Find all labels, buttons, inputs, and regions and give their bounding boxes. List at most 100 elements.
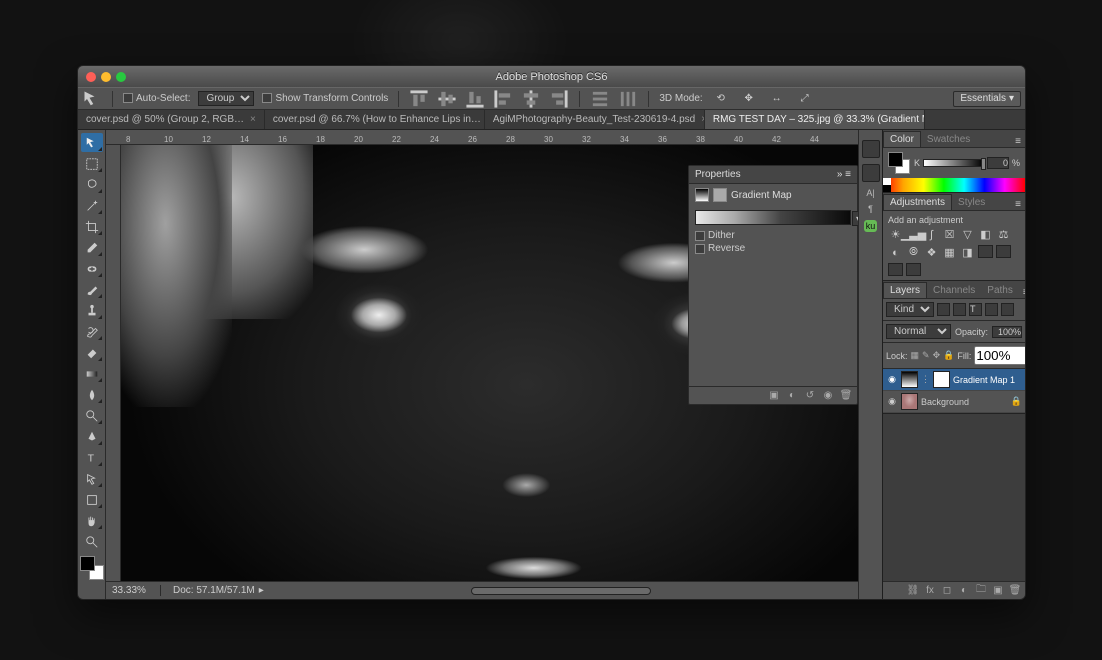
- tab-color[interactable]: Color: [883, 131, 921, 147]
- distribute-icon-2[interactable]: [618, 90, 638, 108]
- layer-name[interactable]: Background: [921, 397, 969, 407]
- reset-icon[interactable]: ↺: [803, 389, 817, 403]
- color-swatches-mini[interactable]: [888, 152, 910, 174]
- move-tool[interactable]: [81, 133, 103, 152]
- new-group-icon[interactable]: 🗀: [975, 585, 987, 597]
- filter-pixel-icon[interactable]: [937, 303, 950, 316]
- layer-name[interactable]: Gradient Map 1: [953, 375, 1015, 385]
- foreground-color-swatch[interactable]: [80, 556, 95, 571]
- distribute-icon-1[interactable]: [590, 90, 610, 108]
- align-hcenter-icon[interactable]: [521, 90, 541, 108]
- auto-select-checkbox[interactable]: Auto-Select:: [123, 93, 190, 104]
- align-bottom-icon[interactable]: [465, 90, 485, 108]
- actions-icon[interactable]: [862, 164, 880, 182]
- visibility-icon[interactable]: ◉: [821, 389, 835, 403]
- eraser-tool[interactable]: [81, 343, 103, 362]
- panel-menu-icon[interactable]: [1019, 287, 1025, 298]
- tab-close-icon[interactable]: ×: [250, 114, 256, 125]
- properties-panel[interactable]: Properties » Gradient Map ▾ Dither Rever…: [688, 165, 858, 405]
- prev-state-icon[interactable]: ◐: [785, 389, 799, 403]
- visibility-icon[interactable]: ◉: [886, 374, 898, 386]
- move-tool-icon[interactable]: [82, 90, 102, 108]
- kuler-icon[interactable]: ku: [864, 220, 878, 232]
- trash-icon[interactable]: 🗑: [839, 389, 853, 403]
- bw-icon[interactable]: ◐: [888, 245, 903, 260]
- mask-thumb[interactable]: [933, 371, 950, 388]
- levels-icon[interactable]: ▁▃▅: [906, 227, 921, 242]
- color-swatches[interactable]: [80, 556, 104, 580]
- lock-all-icon[interactable]: 🔒: [943, 350, 954, 362]
- blur-tool[interactable]: [81, 385, 103, 404]
- marquee-tool[interactable]: [81, 154, 103, 173]
- spectrum-ramp[interactable]: [883, 178, 1025, 192]
- new-adjustment-icon[interactable]: ◐: [958, 585, 970, 597]
- history-icon[interactable]: [862, 140, 880, 158]
- lock-trans-icon[interactable]: ▦: [911, 350, 920, 362]
- align-right-icon[interactable]: [549, 90, 569, 108]
- opacity-value[interactable]: [992, 326, 1022, 338]
- zoom-tool[interactable]: [81, 532, 103, 551]
- gradient-picker[interactable]: ▾: [695, 210, 851, 225]
- vibrance-icon[interactable]: ▽: [960, 227, 975, 242]
- clip-layer-icon[interactable]: ▣: [767, 389, 781, 403]
- lock-pixel-icon[interactable]: ✎: [922, 350, 930, 362]
- dodge-tool[interactable]: [81, 406, 103, 425]
- doc-tab-3[interactable]: RMG TEST DAY – 325.jpg @ 33.3% (Gradient…: [705, 110, 925, 129]
- align-vcenter-icon[interactable]: [437, 90, 457, 108]
- preset-icon-3[interactable]: [888, 263, 903, 276]
- delete-layer-icon[interactable]: 🗑: [1009, 585, 1021, 597]
- preset-icon-4[interactable]: [906, 263, 921, 276]
- layer-thumb[interactable]: [901, 393, 918, 410]
- invert-icon[interactable]: ◨: [960, 245, 975, 260]
- wand-tool[interactable]: [81, 196, 103, 215]
- tab-swatches[interactable]: Swatches: [921, 132, 976, 147]
- shape-tool[interactable]: [81, 490, 103, 509]
- layer-filter-kind[interactable]: Kind: [886, 302, 934, 317]
- layer-background[interactable]: ◉ Background 🔒: [883, 391, 1025, 413]
- workspace-switcher[interactable]: Essentials▾: [953, 91, 1021, 107]
- filter-smart-icon[interactable]: [1001, 303, 1014, 316]
- doc-tab-1[interactable]: cover.psd @ 66.7% (How to Enhance Lips i…: [265, 110, 485, 129]
- panel-menu-icon[interactable]: [845, 169, 851, 180]
- visibility-icon[interactable]: ◉: [886, 396, 898, 408]
- exposure-icon[interactable]: ☒: [942, 227, 957, 242]
- panel-menu-icon[interactable]: [1011, 136, 1025, 147]
- doc-size[interactable]: Doc: 57.1M/57.1M: [161, 585, 255, 596]
- mode-3d-pan-icon[interactable]: ✥: [739, 90, 759, 108]
- preset-icon-1[interactable]: [978, 245, 993, 258]
- tab-channels[interactable]: Channels: [927, 283, 981, 298]
- preset-icon-2[interactable]: [996, 245, 1011, 258]
- layer-style-icon[interactable]: fx: [924, 585, 936, 597]
- reverse-checkbox[interactable]: Reverse: [689, 242, 857, 255]
- tab-paths[interactable]: Paths: [981, 283, 1019, 298]
- mode-3d-rotate-icon[interactable]: ⟲: [711, 90, 731, 108]
- layer-thumb[interactable]: [901, 371, 918, 388]
- ruler-vertical[interactable]: [106, 145, 121, 581]
- k-slider[interactable]: [923, 159, 984, 167]
- character-icon[interactable]: A|: [866, 188, 874, 198]
- tab-layers[interactable]: Layers: [883, 282, 927, 298]
- color-balance-icon[interactable]: ⚖: [996, 227, 1011, 242]
- brush-tool[interactable]: [81, 280, 103, 299]
- new-layer-icon[interactable]: ▣: [992, 585, 1004, 597]
- hue-sat-icon[interactable]: ◧: [978, 227, 993, 242]
- doc-tab-2[interactable]: AgiMPhotography-Beauty_Test-230619-4.psd…: [485, 110, 705, 129]
- gradient-dropdown-icon[interactable]: ▾: [852, 211, 858, 226]
- canvas[interactable]: Properties » Gradient Map ▾ Dither Rever…: [121, 145, 858, 581]
- k-value[interactable]: [987, 157, 1009, 169]
- align-left-icon[interactable]: [493, 90, 513, 108]
- filter-shape-icon[interactable]: [985, 303, 998, 316]
- stamp-tool[interactable]: [81, 301, 103, 320]
- lock-pos-icon[interactable]: ✥: [933, 350, 941, 362]
- pen-tool[interactable]: [81, 427, 103, 446]
- align-top-icon[interactable]: [409, 90, 429, 108]
- link-layers-icon[interactable]: ⛓: [907, 585, 919, 597]
- eyedropper-tool[interactable]: [81, 238, 103, 257]
- auto-select-kind[interactable]: Group: [198, 91, 254, 106]
- color-lookup-icon[interactable]: ▦: [942, 245, 957, 260]
- blend-mode[interactable]: Normal: [886, 324, 951, 339]
- filter-type-icon[interactable]: T: [969, 303, 982, 316]
- panel-menu-icon[interactable]: [1011, 199, 1025, 210]
- ruler-horizontal[interactable]: 8101214161820222426283032343638404244: [106, 130, 858, 145]
- lasso-tool[interactable]: [81, 175, 103, 194]
